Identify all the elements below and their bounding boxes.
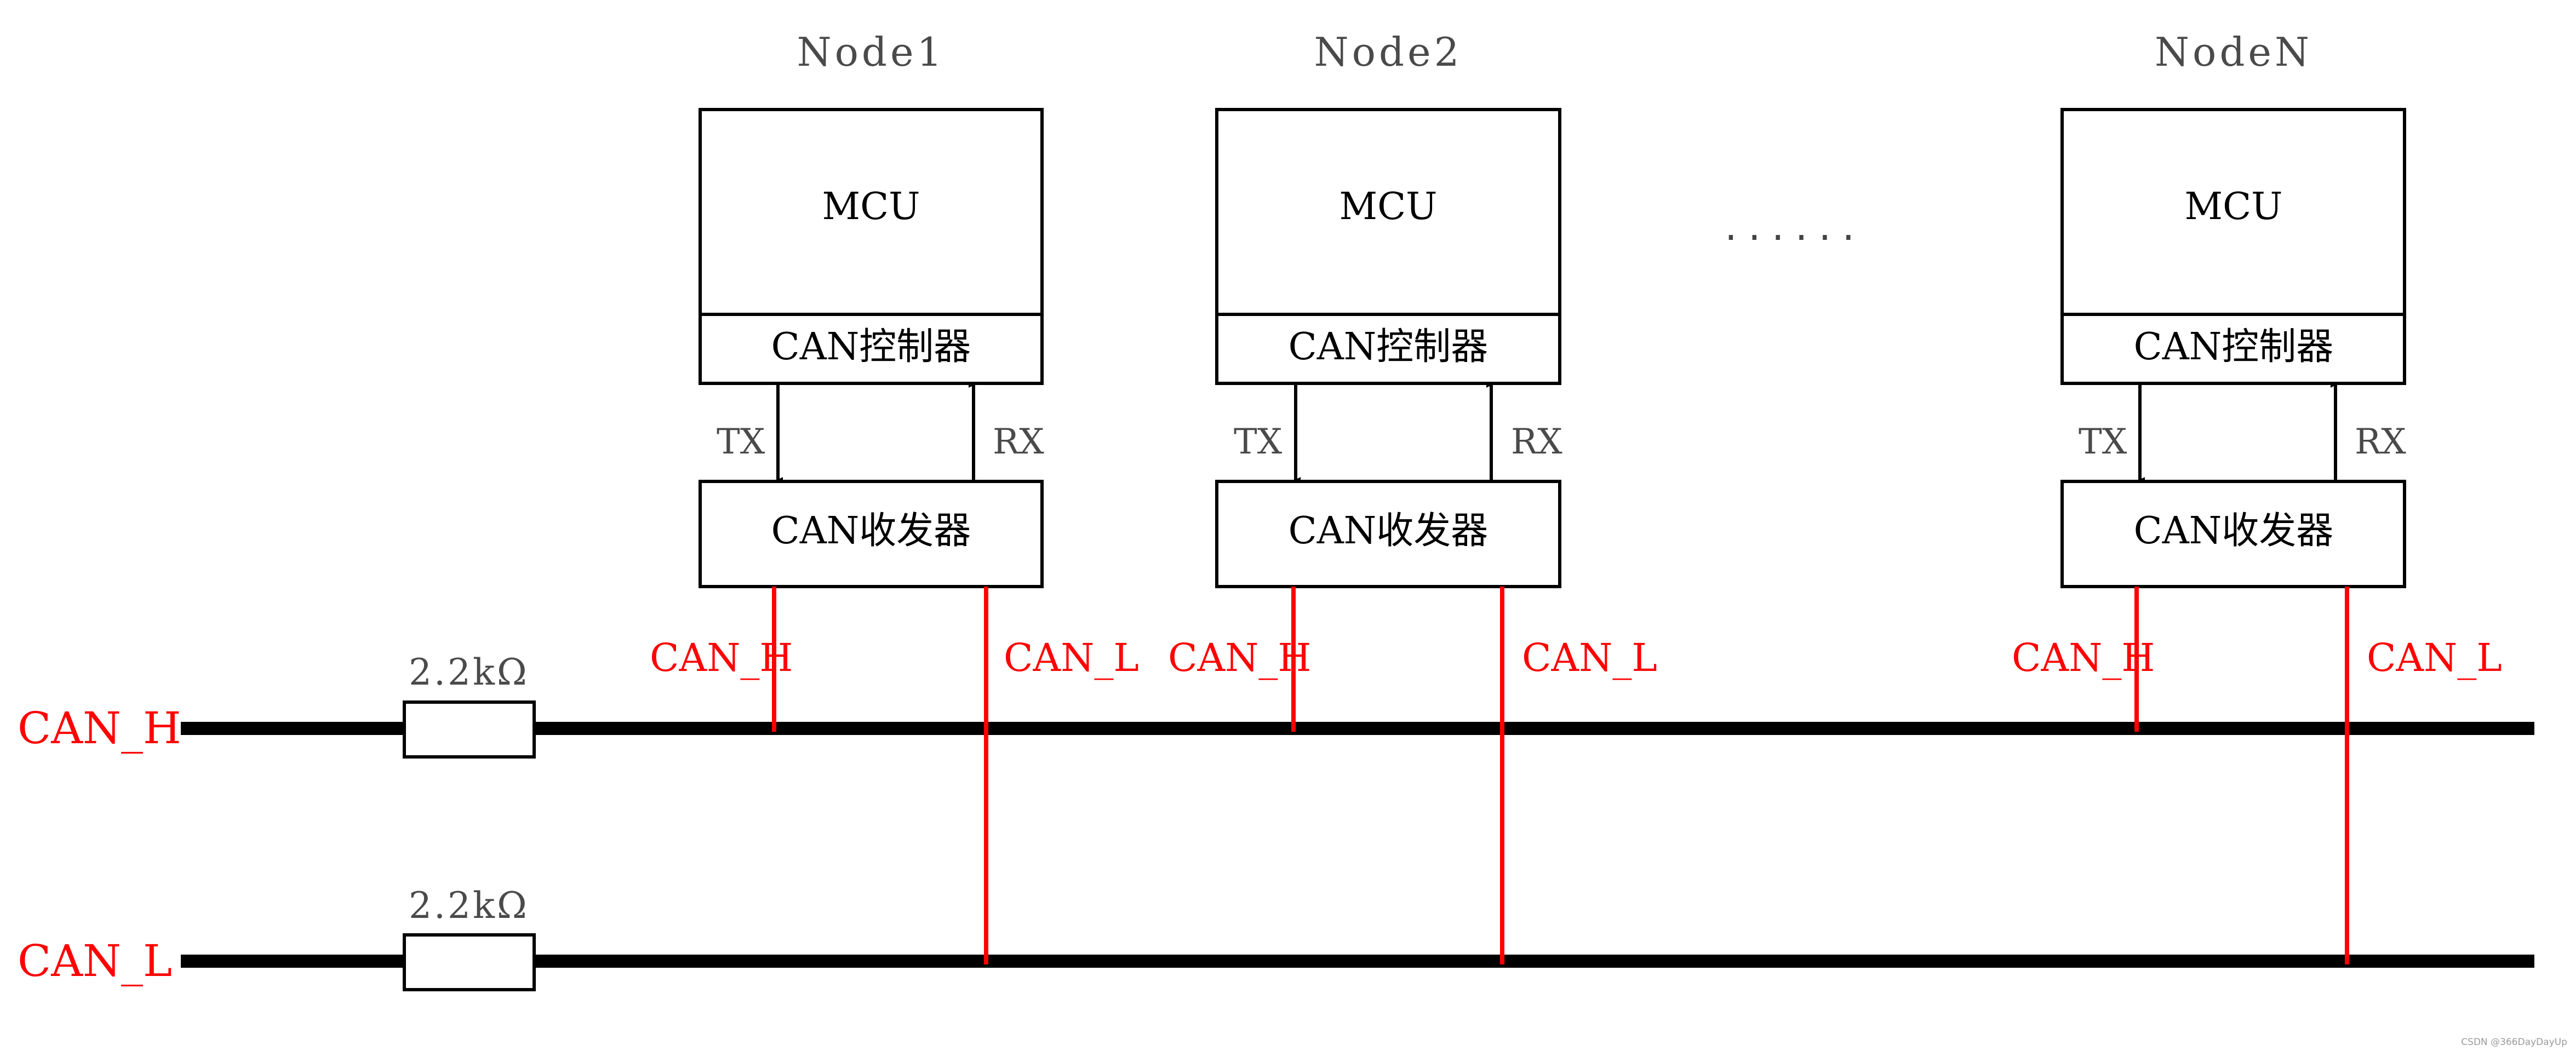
rx-label: RX — [1511, 422, 1562, 462]
can-l-tap-label: CAN_L — [1522, 635, 1657, 680]
transceiver-label: CAN收发器 — [2134, 509, 2334, 553]
can-h-tap-label: CAN_H — [2012, 635, 2155, 680]
tx-label: TX — [1234, 422, 1283, 462]
rx-label: RX — [993, 422, 1044, 462]
node-title: Node1 — [797, 29, 946, 75]
transceiver-label: CAN收发器 — [771, 509, 971, 553]
can-l-tap-label: CAN_L — [1004, 635, 1139, 680]
rx-label: RX — [2355, 422, 2406, 462]
mcu-label: MCU — [1339, 185, 1438, 228]
resistor-can-l — [403, 933, 536, 991]
resistor-can-h-label: 2.2kΩ — [409, 651, 529, 693]
can-l-tap-label: CAN_L — [2367, 635, 2502, 680]
controller-label: CAN控制器 — [1289, 325, 1489, 369]
more-nodes-ellipsis: ...... — [1725, 203, 1865, 249]
controller-label: CAN控制器 — [2134, 325, 2334, 369]
controller-label: CAN控制器 — [771, 325, 971, 369]
bus-can-l: CAN_L 2.2kΩ — [18, 885, 2534, 991]
watermark: CSDN @366DayDayUp — [2461, 1037, 2567, 1048]
tx-label: TX — [717, 422, 765, 462]
node-1: Node1 MCU CAN控制器 CAN收发器 TX RX CAN_H CAN_… — [650, 29, 1139, 964]
tx-label: TX — [2079, 422, 2127, 462]
transceiver-label: CAN收发器 — [1289, 509, 1489, 553]
bus-can-l-label: CAN_L — [18, 935, 172, 986]
resistor-can-h — [403, 700, 536, 759]
node-title: Node2 — [1314, 29, 1463, 75]
mcu-label: MCU — [2185, 185, 2283, 228]
mcu-label: MCU — [822, 185, 920, 228]
bus-can-h-label: CAN_H — [18, 703, 181, 754]
node-n: NodeN MCU CAN控制器 CAN收发器 TX RX CAN_H CAN_… — [2012, 29, 2502, 964]
can-h-tap-label: CAN_H — [650, 635, 793, 680]
resistor-can-l-label: 2.2kΩ — [409, 885, 529, 927]
can-bus-diagram: CAN_H 2.2kΩ CAN_L 2.2kΩ Node1 MCU CAN控制器… — [18, 29, 2567, 1048]
can-h-tap-label: CAN_H — [1168, 635, 1311, 680]
node-2: Node2 MCU CAN控制器 CAN收发器 TX RX CAN_H CAN_… — [1168, 29, 1657, 964]
node-title: NodeN — [2155, 29, 2312, 75]
